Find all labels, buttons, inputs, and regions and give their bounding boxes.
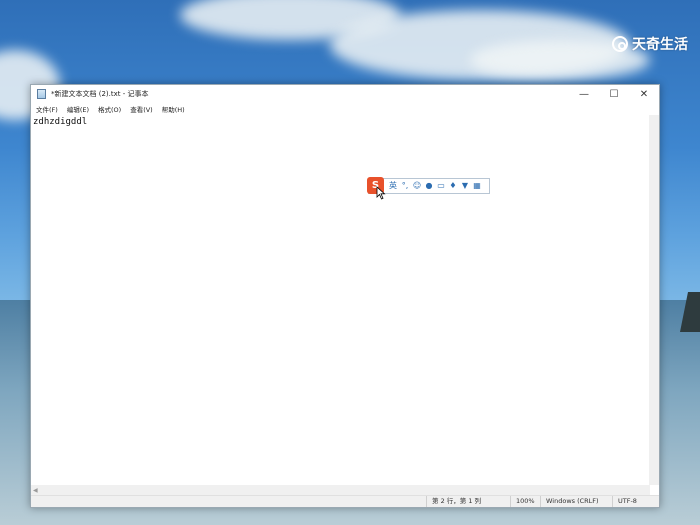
status-bar: 第 2 行，第 1 列 100% Windows (CRLF) UTF-8 [31,495,659,507]
close-button[interactable]: ✕ [629,85,659,103]
ime-chinese-icon[interactable]: 英 [389,181,397,190]
vertical-scrollbar[interactable] [649,115,659,485]
status-line-ending: Windows (CRLF) [540,496,610,507]
status-zoom: 100% [510,496,538,507]
menu-file[interactable]: 文件(F) [36,104,58,114]
menu-bar: 文件(F) 编辑(E) 格式(O) 查看(V) 帮助(H) [31,103,659,115]
ime-voice-icon[interactable]: ● [425,181,433,190]
window-title: *新建文本文档 (2).txt - 记事本 [51,90,149,98]
watermark-text: 天奇生活 [632,37,688,53]
text-editor[interactable]: zdhzdigddl [31,115,650,485]
horizontal-scrollbar[interactable]: ◀ [31,485,650,495]
ime-tools-icon[interactable]: ♦ [449,181,457,190]
ime-keyboard-icon[interactable]: ▭ [437,181,445,190]
maximize-button[interactable]: ☐ [599,85,629,103]
menu-help[interactable]: 帮助(H) [162,104,185,114]
ime-toolbar[interactable]: S 英 °, ☺ ● ▭ ♦ ▼ ▦ [367,177,490,194]
title-bar[interactable]: *新建文本文档 (2).txt - 记事本 — ☐ ✕ [31,85,659,103]
watermark-logo-icon [612,36,628,52]
maximize-icon: ☐ [609,88,619,100]
minimize-icon: — [579,88,589,100]
status-encoding: UTF-8 [612,496,658,507]
close-icon: ✕ [639,88,649,100]
ime-grid-icon[interactable]: ▦ [473,181,481,190]
ime-emoji-icon[interactable]: ☺ [413,181,421,190]
minimize-button[interactable]: — [569,85,599,103]
window-controls: — ☐ ✕ [569,85,659,103]
watermark: 天奇生活 [612,34,688,54]
editor-content[interactable]: zdhzdigddl [33,117,87,127]
notepad-app-icon [37,89,46,99]
menu-edit[interactable]: 编辑(E) [67,104,89,114]
ime-punct-icon[interactable]: °, [401,181,409,190]
menu-format[interactable]: 格式(O) [98,104,121,114]
menu-view[interactable]: 查看(V) [130,104,153,114]
ime-skin-icon[interactable]: ▼ [461,181,469,190]
ime-icon-row: 英 °, ☺ ● ▭ ♦ ▼ ▦ [389,181,481,190]
notepad-window[interactable]: *新建文本文档 (2).txt - 记事本 — ☐ ✕ 文件(F) 编辑(E) … [30,84,660,508]
status-cursor-position: 第 2 行，第 1 列 [426,496,502,507]
mouse-cursor-icon [376,186,386,200]
scroll-left-icon[interactable]: ◀ [33,487,38,494]
ime-mode-label: 英 [389,181,397,190]
